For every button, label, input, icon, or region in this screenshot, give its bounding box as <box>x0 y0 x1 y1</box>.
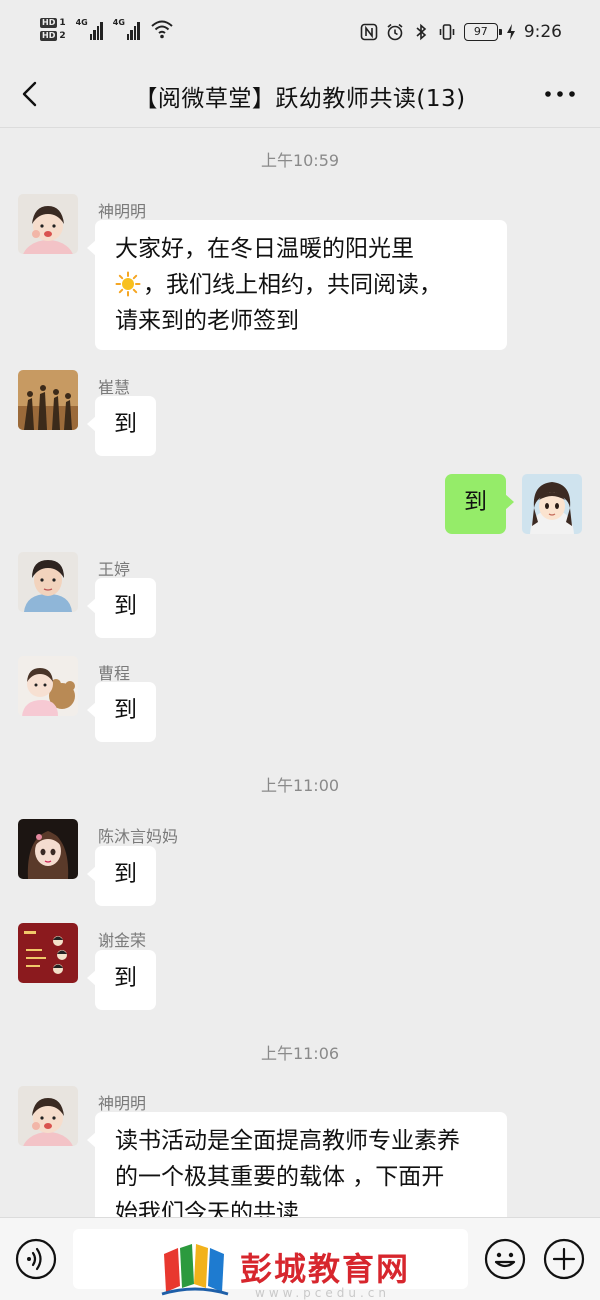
voice-icon[interactable] <box>15 1238 57 1280</box>
self-avatar[interactable] <box>522 474 582 534</box>
signal1-icon: 4G <box>76 18 103 40</box>
avatar[interactable] <box>18 1086 78 1146</box>
watermark-text: 彭城教育网 <box>240 1250 411 1288</box>
avatar[interactable] <box>18 819 78 879</box>
message-line: 读书活动是全面提高教师专业素养 <box>115 1128 460 1154</box>
avatar-image <box>18 370 78 430</box>
hd2-label: HD <box>40 31 58 41</box>
avatar-image <box>18 923 78 983</box>
sim1-badge: HD 1 <box>40 18 66 28</box>
self-message-bubble[interactable]: 到 <box>445 474 514 534</box>
avatar-image <box>522 474 582 534</box>
message-bubble[interactable]: 到 <box>87 846 156 906</box>
message-line: 始我们今天的共读 <box>115 1200 299 1217</box>
timestamp: 上午10:59 <box>260 151 340 170</box>
bluetooth-icon <box>416 23 427 41</box>
message-bubble[interactable]: 到 <box>87 682 156 742</box>
sender-name: 谢金荣 <box>98 931 147 950</box>
book-logo-icon <box>161 1244 229 1296</box>
avatar[interactable] <box>18 370 78 430</box>
hd1-num: 1 <box>59 18 66 28</box>
more-dots-icon[interactable] <box>542 84 578 104</box>
network1-label: 4G <box>75 18 88 27</box>
message-bubble[interactable]: 读书活动是全面提高教师专业素养 的一个极其重要的载体 ，下面开 始我们今天的共读 <box>87 1112 507 1217</box>
avatar-image <box>18 1086 78 1146</box>
status-left: HD 1 HD 2 4G 4G <box>40 18 174 41</box>
watermark: 彭城教育网 www.pcedu.cn <box>160 1240 420 1300</box>
watermark-url: www.pcedu.cn <box>255 1286 390 1300</box>
message-line: 大家好，在冬日温暖的阳光里 <box>115 236 414 262</box>
avatar-image <box>18 656 78 716</box>
message-line: 请来到的老师签到 <box>115 308 299 334</box>
avatar-image <box>18 819 78 879</box>
charging-icon <box>506 24 515 40</box>
wifi-icon <box>151 20 173 39</box>
timestamp: 上午11:00 <box>260 776 340 795</box>
message-bubble[interactable]: 到 <box>87 396 156 456</box>
emoji-icon[interactable] <box>484 1238 526 1280</box>
message-line: ，我们线上相约，共同阅读， <box>143 272 442 298</box>
battery-icon: 97 <box>463 23 502 41</box>
sender-name: 曹程 <box>98 664 131 683</box>
avatar-image <box>18 552 78 612</box>
hd2-num: 2 <box>59 31 66 41</box>
plus-icon[interactable] <box>543 1238 585 1280</box>
avatar-image <box>18 194 78 254</box>
sender-name: 王婷 <box>98 560 131 579</box>
clock: 9:26 <box>523 22 562 42</box>
vibrate-icon <box>439 24 455 40</box>
sender-name: 陈沐言妈妈 <box>98 827 179 846</box>
network2-label: 4G <box>112 18 125 27</box>
hd1-label: HD <box>40 18 58 28</box>
timestamp: 上午11:06 <box>260 1044 340 1063</box>
status-right: 97 9:26 <box>360 22 562 42</box>
message-bubble[interactable]: 到 <box>87 578 156 638</box>
message-bubble[interactable]: 大家好，在冬日温暖的阳光里 ，我们线上相约，共同阅读， 请来到的老师签到 <box>87 220 507 350</box>
message-line-with-emoji: ，我们线上相约，共同阅读， <box>115 267 487 303</box>
sim-indicators: HD 1 HD 2 <box>40 18 66 41</box>
avatar[interactable] <box>18 923 78 983</box>
signal2-icon: 4G <box>113 18 140 40</box>
chat-header: 【阅微草堂】跃幼教师共读(13) <box>0 62 600 128</box>
nfc-icon <box>360 23 378 41</box>
avatar[interactable] <box>18 656 78 716</box>
avatar[interactable] <box>18 194 78 254</box>
message-line: 的一个极其重要的载体 ，下面开 <box>115 1164 445 1190</box>
sender-name: 神明明 <box>98 1094 147 1113</box>
sim2-badge: HD 2 <box>40 31 66 41</box>
sender-name: 崔慧 <box>98 378 131 397</box>
avatar[interactable] <box>18 552 78 612</box>
alarm-icon <box>387 23 403 41</box>
sender-name: 神明明 <box>98 202 147 221</box>
message-viewport-bottom: 神明明 读书活动是全面提高教师专业素养 的一个极其重要的载体 ，下面开 始我们今… <box>0 1080 600 1217</box>
sun-emoji-icon <box>115 271 141 297</box>
status-bar: HD 1 HD 2 4G 4G 97 9:26 <box>0 0 600 62</box>
message-bubble[interactable]: 到 <box>87 950 156 1010</box>
chat-title: 【阅微草堂】跃幼教师共读(13) <box>134 86 466 112</box>
